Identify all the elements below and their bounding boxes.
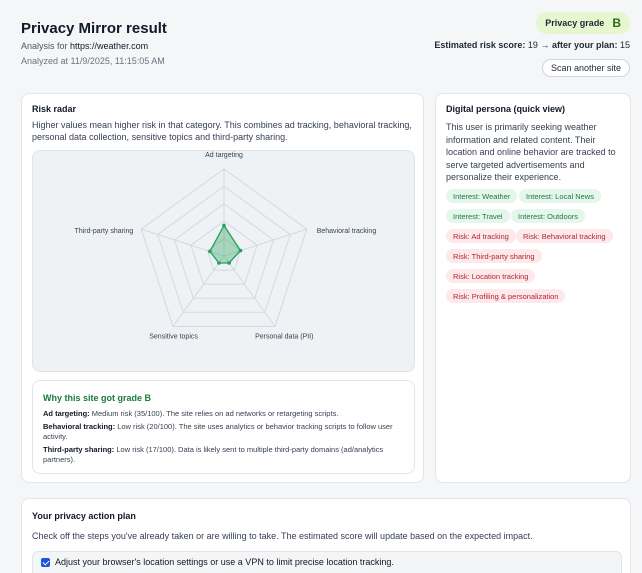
- analysis-prefix: Analysis for: [21, 41, 71, 51]
- risk-score-value: 19: [527, 40, 538, 50]
- explanation-item: Behavioral tracking: Low risk (20/100). …: [43, 422, 403, 442]
- radar-axis-label: Sensitive topics: [149, 333, 198, 340]
- risk-radar-card: Risk radar Higher values mean higher ris…: [21, 93, 424, 483]
- risk-score-label: Estimated risk score:: [434, 40, 526, 50]
- radar-chart-svg: Ad targeting Behavioral tracking Personal …: [75, 152, 377, 340]
- interest-tag: Interest: Travel: [446, 209, 510, 223]
- interest-tag: Interest: Outdoors: [511, 209, 586, 223]
- risk-tag: Risk: Profiling & personalization: [446, 289, 566, 303]
- risk-tag: Risk: Location tracking: [446, 269, 536, 283]
- scan-another-site-button[interactable]: Scan another site: [541, 59, 630, 77]
- action-plan-title: Your privacy action plan: [32, 511, 136, 521]
- action-plan-item-label: Adjust your browser's location settings …: [55, 557, 394, 567]
- risk-tag: Risk: Behavioral tracking: [516, 229, 613, 243]
- explanation-item-text: Medium risk (35/100). The site relies on…: [91, 409, 339, 418]
- grade-explanation-title: Why this site got grade B: [43, 393, 152, 403]
- grade-label: Privacy grade: [545, 18, 605, 28]
- result-header: Privacy Mirror result Analysis for https…: [21, 12, 630, 80]
- risk-score-line: Estimated risk score: 19 → after your pl…: [434, 40, 630, 50]
- page: Privacy Mirror result Analysis for https…: [0, 0, 642, 573]
- action-plan-description: Check off the steps you've already taken…: [32, 531, 533, 541]
- radar-data-point: [208, 249, 212, 254]
- radar-data-area: [209, 224, 242, 264]
- arrow-icon: →: [540, 40, 550, 50]
- risk-radar-description: Higher values mean higher risk in that c…: [32, 120, 412, 142]
- analysis-line: Analysis for https://weather.com: [21, 41, 148, 51]
- action-checkbox[interactable]: [41, 558, 50, 567]
- explanation-item: Ad targeting: Medium risk (35/100). The …: [43, 409, 403, 419]
- action-plan-item[interactable]: Adjust your browser's location settings …: [32, 551, 622, 573]
- digital-persona-card: Digital persona (quick view) This user i…: [435, 93, 631, 483]
- analyzed-timestamp: Analyzed at 11/9/2025, 11:15:05 AM: [21, 56, 165, 66]
- explanation-item-name: Third-party sharing:: [43, 445, 115, 454]
- radar-axis-label: Personal data (PII): [255, 333, 313, 340]
- grade-explanation-box: Why this site got grade B Ad targeting: …: [32, 380, 415, 474]
- risk-radar-title: Risk radar: [32, 104, 77, 114]
- radar-axis-line: [223, 255, 276, 327]
- radar-data-point: [217, 261, 221, 265]
- explanation-item-name: Ad targeting:: [43, 409, 90, 418]
- radar-data-point: [227, 261, 231, 265]
- page-title: Privacy Mirror result: [21, 20, 167, 37]
- radar-chart: Ad targeting Behavioral tracking Personal …: [32, 150, 415, 372]
- digital-persona-title: Digital persona (quick view): [446, 104, 566, 114]
- grade-value: B: [612, 16, 621, 30]
- explanation-item-name: Behavioral tracking:: [43, 422, 116, 431]
- risk-tag: Risk: Third-party sharing: [446, 249, 542, 263]
- radar-axis-label: Behavioral tracking: [317, 228, 377, 235]
- interest-tag: Interest: Local News: [519, 189, 601, 203]
- radar-data-point: [238, 248, 243, 253]
- risk-tag: Risk: Ad tracking: [446, 229, 516, 243]
- privacy-action-plan-card: Your privacy action plan Check off the s…: [21, 498, 631, 573]
- radar-axis-label: Ad targeting: [205, 152, 243, 159]
- radar-axis-line: [172, 255, 225, 327]
- digital-persona-description: This user is primarily seeking weather i…: [446, 122, 616, 182]
- privacy-grade-badge: Privacy grade B: [536, 12, 630, 34]
- explanation-item: Third-party sharing: Low risk (17/100). …: [43, 445, 403, 465]
- after-plan-value: 15: [619, 40, 630, 50]
- after-plan-label: after your plan:: [551, 40, 618, 50]
- analyzed-url: https://weather.com: [70, 41, 149, 51]
- interest-tag: Interest: Weather: [446, 189, 518, 203]
- radar-data-point: [222, 223, 226, 228]
- radar-axis-label: Third-party sharing: [75, 228, 134, 235]
